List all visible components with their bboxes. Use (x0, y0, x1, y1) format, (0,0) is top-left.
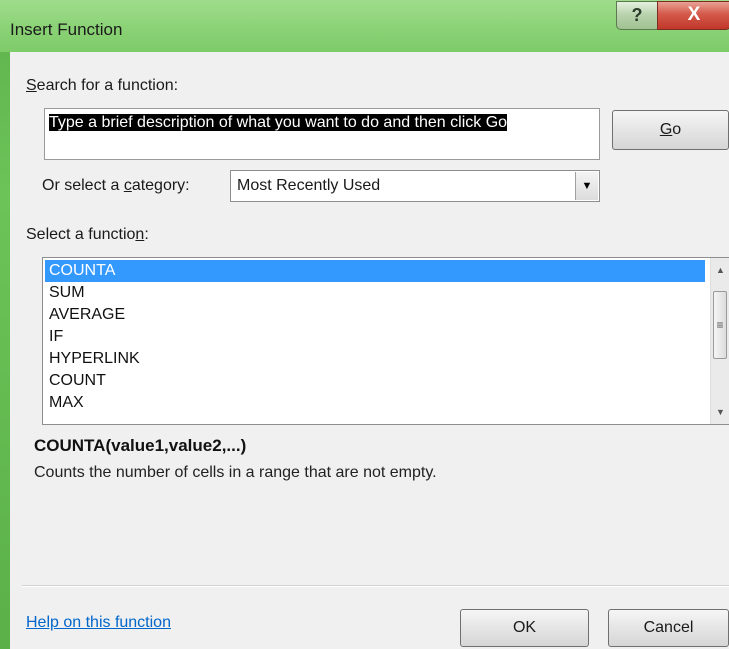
list-item-counta[interactable]: COUNTA (45, 260, 705, 282)
function-list[interactable]: COUNTA SUM AVERAGE IF HYPERLINK COUNT MA… (42, 257, 729, 425)
footer-divider (22, 585, 729, 587)
category-select[interactable]: Most Recently Used ▼ (230, 170, 600, 202)
search-input[interactable]: Type a brief description of what you wan… (44, 108, 600, 160)
scroll-up-icon[interactable]: ▲ (711, 260, 729, 280)
list-item-hyperlink[interactable]: HYPERLINK (45, 348, 705, 370)
scroll-thumb[interactable]: ≡ (713, 291, 727, 359)
search-label: Search for a function: (26, 77, 179, 94)
list-scrollbar[interactable]: ▲ ≡ ▼ (710, 258, 729, 424)
title-bar[interactable]: Insert Function ? X (0, 0, 729, 52)
list-item-count[interactable]: COUNT (45, 370, 705, 392)
list-item-sum[interactable]: SUM (45, 282, 705, 304)
category-label: Or select a category: (42, 177, 190, 194)
function-list-label: Select a function: (26, 226, 149, 243)
search-input-text: Type a brief description of what you wan… (49, 114, 508, 131)
dropdown-arrow-icon[interactable]: ▼ (575, 172, 598, 200)
list-item-max[interactable]: MAX (45, 392, 705, 414)
close-icon: X (687, 4, 701, 25)
list-item-average[interactable]: AVERAGE (45, 304, 705, 326)
scroll-down-icon[interactable]: ▼ (711, 402, 729, 422)
go-button[interactable]: Go (612, 110, 729, 150)
question-mark-icon: ? (631, 5, 643, 25)
help-button[interactable]: ? (616, 1, 658, 30)
ok-button[interactable]: OK (460, 609, 589, 647)
cancel-button[interactable]: Cancel (608, 609, 729, 647)
category-selected-value: Most Recently Used (237, 177, 381, 194)
function-signature: COUNTA(value1,value2,...) (34, 436, 247, 455)
list-item-if[interactable]: IF (45, 326, 705, 348)
close-button[interactable]: X (657, 1, 729, 30)
dialog-body: Search for a function: Type a brief desc… (10, 52, 729, 649)
help-on-function-link[interactable]: Help on this function (26, 614, 171, 632)
window-title: Insert Function (10, 20, 123, 39)
function-description: Counts the number of cells in a range th… (34, 464, 437, 481)
